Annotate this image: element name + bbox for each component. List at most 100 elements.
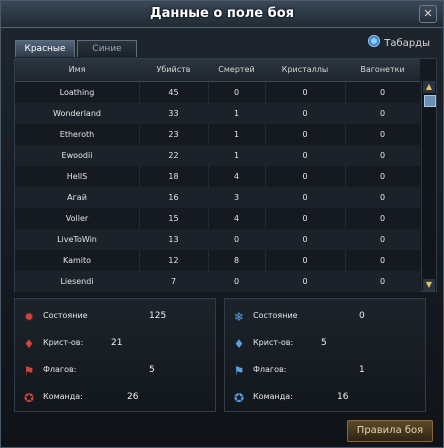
table-row[interactable]: Агай 16 3 0 0 xyxy=(15,187,420,208)
stat-value: 16 xyxy=(337,392,349,402)
flag-icon: ⚑ xyxy=(233,364,245,378)
player-name: Voller xyxy=(65,214,89,223)
tabards-label: Табарды xyxy=(384,38,430,49)
deaths-cell: 1 xyxy=(233,130,240,139)
blue-team-stats: ❄ Состояние 0 ♦ Крист-ов: 5 ⚑ Флагов: 1 ✪ Команда:… xyxy=(224,298,426,412)
title-bar[interactable]: Данные о поле боя ✕ xyxy=(1,1,443,28)
crystals-cell: 0 xyxy=(302,235,308,244)
tab-red-team[interactable]: Красные xyxy=(15,40,75,57)
ice-crystal-icon: ❄ xyxy=(233,310,245,324)
crystal-cluster-icon: ♦ xyxy=(23,337,35,351)
carts-cell: 0 xyxy=(379,88,386,97)
stat-row: ♦ Крист-ов: 5 xyxy=(231,334,421,354)
carts-cell: 0 xyxy=(379,256,386,265)
deaths-cell: 8 xyxy=(233,256,240,265)
stat-row: ⚑ Флагов: 5 xyxy=(21,361,211,381)
column-header-crystals[interactable]: Кристаллы xyxy=(265,59,345,81)
column-header-name[interactable]: Имя xyxy=(15,59,139,81)
deaths-cell: 0 xyxy=(233,88,240,97)
kills-cell: 13 xyxy=(168,235,179,244)
crystals-cell: 0 xyxy=(302,214,308,223)
stat-label: Крист-ов: xyxy=(253,338,294,347)
stat-value: 0 xyxy=(359,311,365,321)
flag-icon: ⚑ xyxy=(23,364,35,378)
player-name: Wonderland xyxy=(53,109,101,118)
red-team-stats: ✹ Состояние 125 ♦ Крист-ов: 21 ⚑ Флагов: 5 ✪ Коман… xyxy=(14,298,216,412)
stat-row: ♦ Крист-ов: 21 xyxy=(21,334,211,354)
carts-cell: 0 xyxy=(379,172,386,181)
team-emblem-icon: ✪ xyxy=(23,391,35,405)
column-header-carts[interactable]: Вагонетки xyxy=(345,59,420,81)
crystals-cell: 0 xyxy=(302,88,308,97)
window-title: Данные о поле боя xyxy=(149,6,294,21)
crystals-cell: 0 xyxy=(302,256,308,265)
stat-label: Состояние xyxy=(43,311,88,320)
crystals-cell: 0 xyxy=(302,130,308,139)
stat-value: 1 xyxy=(359,365,365,375)
stat-value: 125 xyxy=(149,311,167,321)
carts-cell: 0 xyxy=(379,130,386,139)
crystals-cell: 0 xyxy=(302,172,308,181)
stat-value: 5 xyxy=(149,365,155,375)
table-row[interactable]: Kamito 12 8 0 0 xyxy=(15,250,420,271)
stat-value: 5 xyxy=(321,338,327,348)
carts-cell: 0 xyxy=(379,193,386,202)
kills-cell: 15 xyxy=(168,214,179,223)
player-name: Ewoodii xyxy=(61,151,93,160)
player-name: Etheroth xyxy=(59,130,95,139)
kills-cell: 22 xyxy=(168,151,179,160)
fire-crystal-icon: ✹ xyxy=(23,310,35,324)
carts-cell: 0 xyxy=(379,277,386,286)
table-row[interactable]: LiveToWin 13 0 0 0 xyxy=(15,229,420,250)
carts-cell: 0 xyxy=(379,235,386,244)
team-tabs: Красные Синие xyxy=(15,36,139,57)
stat-row: ✪ Команда: 26 xyxy=(21,388,211,408)
table-row[interactable]: Wonderland 33 1 0 0 xyxy=(15,103,420,124)
player-name: HellS xyxy=(66,172,88,181)
stat-row: ❄ Состояние 0 xyxy=(231,307,421,327)
carts-cell: 0 xyxy=(379,109,386,118)
player-name: Liesendi xyxy=(60,277,94,286)
stat-label: Флагов: xyxy=(253,365,287,374)
scroll-thumb[interactable] xyxy=(424,95,436,107)
kills-cell: 45 xyxy=(168,88,179,97)
crystal-cluster-icon: ♦ xyxy=(233,337,245,351)
table-row[interactable]: Liesendi 7 0 0 0 xyxy=(15,271,420,292)
stat-value: 26 xyxy=(127,392,139,402)
table-row[interactable]: Loathing 45 0 0 0 xyxy=(15,82,420,103)
column-header-kills[interactable]: Убийств xyxy=(139,59,208,81)
table-row[interactable]: Etheroth 23 1 0 0 xyxy=(15,124,420,145)
table-header: Имя Убийств Смертей Кристаллы Вагонетки xyxy=(15,59,420,82)
crystals-cell: 0 xyxy=(302,109,308,118)
deaths-cell: 3 xyxy=(233,193,240,202)
tabards-toggle[interactable]: Табарды xyxy=(368,35,430,49)
score-table: Имя Убийств Смертей Кристаллы Вагонетки … xyxy=(14,58,437,292)
radio-selected-icon[interactable] xyxy=(368,35,381,47)
player-name: LiveToWin xyxy=(57,235,97,244)
table-row[interactable]: Voller 15 4 0 0 xyxy=(15,208,420,229)
deaths-cell: 1 xyxy=(233,109,240,118)
table-row[interactable]: Ewoodii 22 1 0 0 xyxy=(15,145,420,166)
kills-cell: 33 xyxy=(168,109,179,118)
stat-label: Флагов: xyxy=(43,365,77,374)
deaths-cell: 0 xyxy=(233,235,240,244)
stat-row: ⚑ Флагов: 1 xyxy=(231,361,421,381)
stat-label: Команда: xyxy=(253,392,293,401)
close-icon[interactable]: ✕ xyxy=(419,5,437,23)
battle-rules-button[interactable]: Правила боя xyxy=(347,420,433,442)
tab-blue-team[interactable]: Синие xyxy=(77,40,137,57)
column-header-deaths[interactable]: Смертей xyxy=(208,59,265,81)
kills-cell: 23 xyxy=(168,130,179,139)
stat-label: Состояние xyxy=(253,311,298,320)
crystals-cell: 0 xyxy=(302,151,308,160)
table-row[interactable]: HellS 18 4 0 0 xyxy=(15,166,420,187)
stat-label: Крист-ов: xyxy=(43,338,84,347)
scrollbar[interactable]: ▲ ▼ xyxy=(421,81,436,291)
stat-value: 21 xyxy=(111,338,123,348)
scroll-down-icon[interactable]: ▼ xyxy=(423,279,435,291)
deaths-cell: 0 xyxy=(233,277,240,286)
scroll-up-icon[interactable]: ▲ xyxy=(423,81,435,93)
stat-row: ✹ Состояние 125 xyxy=(21,307,211,327)
crystals-cell: 0 xyxy=(302,277,308,286)
kills-cell: 16 xyxy=(168,193,179,202)
